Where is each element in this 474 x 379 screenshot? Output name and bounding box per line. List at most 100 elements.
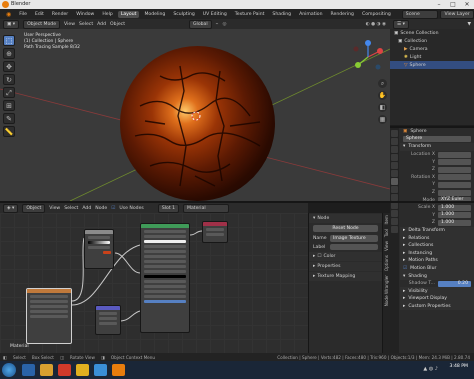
node-field[interactable]	[144, 270, 186, 273]
slot-selector[interactable]: Slot 1	[157, 203, 180, 213]
node-field[interactable]	[88, 236, 110, 239]
menu-window[interactable]: Window	[73, 11, 97, 18]
color-section[interactable]: ▸ ☐ Color	[309, 252, 382, 261]
menu-file[interactable]: File	[16, 11, 30, 18]
ie-icon[interactable]	[22, 364, 35, 376]
tab-rendering[interactable]: Rendering	[328, 11, 357, 18]
node-field[interactable]	[144, 285, 186, 288]
editor-type-button[interactable]: ▣ ▾	[3, 19, 20, 29]
snap-icon[interactable]: ⌁	[216, 22, 219, 27]
tab-layout[interactable]: Layout	[117, 10, 140, 18]
media-icon[interactable]	[58, 364, 71, 376]
node-field[interactable]	[30, 310, 68, 313]
instancing-section[interactable]: ▸ Instancing	[400, 249, 474, 258]
shadow-terminator-field[interactable]: 0.20	[438, 280, 471, 287]
outliner-item-light[interactable]: ✺ Light	[390, 53, 474, 61]
measure-icon[interactable]: 📏	[3, 126, 15, 137]
node-field[interactable]	[144, 245, 186, 248]
rotation-y-field[interactable]	[438, 181, 471, 188]
app-icon[interactable]	[94, 364, 107, 376]
tab-item[interactable]: Item	[384, 215, 389, 225]
node-menu-view[interactable]: View	[49, 206, 60, 211]
data-tab-icon[interactable]	[391, 218, 398, 225]
outliner-editor-type[interactable]: ☰ ▾	[393, 19, 409, 29]
emission-color-field[interactable]	[144, 275, 186, 278]
location-x-field[interactable]	[438, 151, 471, 158]
close-icon[interactable]: ✕	[460, 0, 474, 9]
node-field[interactable]	[30, 300, 68, 303]
node-field[interactable]	[144, 265, 186, 268]
node-field[interactable]	[144, 290, 186, 293]
material-selector[interactable]: Material	[183, 203, 230, 213]
node-field[interactable]	[99, 322, 117, 325]
texture-mapping-section[interactable]: ▸ Texture Mapping	[309, 272, 382, 281]
menu-help[interactable]: Help	[99, 11, 115, 18]
node-name-field[interactable]: Image Texture	[330, 235, 378, 242]
tab-modeling[interactable]: Modeling	[141, 11, 168, 18]
custom-properties-section[interactable]: ▸ Custom Properties	[400, 302, 474, 311]
node-field[interactable]	[88, 246, 110, 249]
viewport-menu-select[interactable]: Select	[79, 22, 93, 27]
tab-shading[interactable]: Shading	[269, 11, 294, 18]
node-field[interactable]	[144, 255, 186, 258]
node-field[interactable]	[144, 260, 186, 263]
collections-section[interactable]: ▸ Collections	[400, 241, 474, 250]
shading-section[interactable]: ▾ Shading	[400, 272, 474, 280]
outliner-item-sphere[interactable]: ▽ Sphere	[390, 61, 474, 69]
color-swatch[interactable]	[103, 251, 111, 254]
outliner-item-collection[interactable]: ▣ Collection	[390, 37, 474, 45]
transform-icon[interactable]: ⊞	[3, 100, 15, 111]
node-field[interactable]	[30, 295, 68, 298]
blender-menu-icon[interactable]: ◉	[3, 10, 14, 19]
tab-options[interactable]: Options	[384, 255, 389, 271]
view-layer-selector[interactable]: View Layer	[440, 9, 474, 19]
tab-node-wrangler[interactable]: Node Wrangler	[384, 275, 389, 306]
node-editor-canvas[interactable]: Material	[0, 213, 308, 353]
node-field[interactable]	[144, 235, 186, 238]
minimize-icon[interactable]: –	[432, 0, 446, 9]
start-button-icon[interactable]	[2, 363, 16, 377]
cursor-icon[interactable]: ⊕	[3, 48, 15, 59]
node-menu-select[interactable]: Select	[64, 206, 78, 211]
node-field[interactable]	[30, 305, 68, 308]
outliner-scene-collection[interactable]: ▣ Scene Collection	[390, 29, 474, 37]
explorer-icon[interactable]	[40, 364, 53, 376]
scene-selector[interactable]: Scene	[401, 9, 439, 19]
object-name-field[interactable]: Sphere	[403, 136, 471, 143]
node-editor-type-button[interactable]: ◈ ▾	[3, 203, 19, 213]
viewport-menu-view[interactable]: View	[64, 22, 75, 27]
rotation-z-field[interactable]	[438, 189, 471, 196]
node-field[interactable]	[30, 315, 68, 318]
tool-tab-icon[interactable]	[391, 130, 398, 137]
render-tab-icon[interactable]	[391, 138, 398, 145]
pan-icon[interactable]: ✋	[378, 91, 387, 100]
node-menu-node[interactable]: Node	[95, 206, 107, 211]
properties-section[interactable]: ▸ Properties	[309, 262, 382, 271]
blender-taskbar-icon[interactable]	[112, 364, 125, 376]
node-field[interactable]	[99, 312, 117, 315]
transform-section[interactable]: ▾ Transform	[400, 143, 474, 151]
outliner-item-camera[interactable]: ▶ Camera	[390, 45, 474, 53]
scale-x-field[interactable]: 1.000	[438, 204, 471, 211]
node-object-selector[interactable]: Object	[22, 203, 46, 213]
checkbox-icon[interactable]: ☑	[403, 266, 407, 271]
color-ramp-node[interactable]	[84, 229, 114, 269]
node-label-field[interactable]	[330, 244, 378, 250]
move-icon[interactable]: ✥	[3, 61, 15, 72]
outliner-filter-icon[interactable]: ▼	[467, 22, 471, 27]
material-tab-icon[interactable]	[391, 226, 398, 233]
motion-blur-section[interactable]: ☑ Motion Blur	[400, 264, 474, 273]
location-y-field[interactable]	[438, 159, 471, 166]
physics-tab-icon[interactable]	[391, 202, 398, 209]
delta-transform-section[interactable]: ▸ Delta Transform	[400, 226, 474, 235]
motion-paths-section[interactable]: ▸ Motion Paths	[400, 257, 474, 265]
tab-sculpting[interactable]: Sculpting	[170, 11, 197, 18]
tab-view[interactable]: View	[384, 241, 389, 251]
zoom-icon[interactable]: ⌕	[378, 79, 387, 88]
bump-node[interactable]	[95, 305, 121, 335]
tray-icons[interactable]: ▲ ◍ ♪	[423, 366, 438, 372]
menu-edit[interactable]: Edit	[32, 11, 47, 18]
tab-texture-paint[interactable]: Texture Paint	[232, 11, 268, 18]
modifier-tab-icon[interactable]	[391, 186, 398, 193]
node-field[interactable]	[144, 230, 186, 233]
